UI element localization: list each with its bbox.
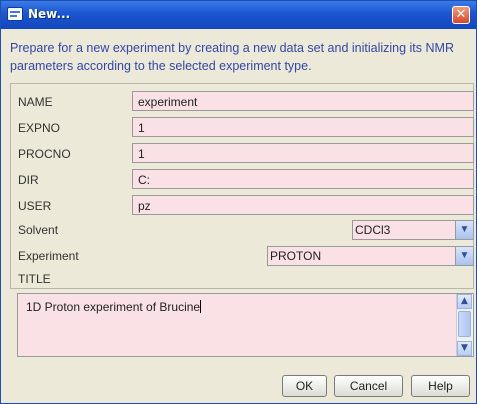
- dialog-window-icon: [7, 7, 23, 21]
- chevron-down-icon: ▼: [455, 221, 473, 239]
- solvent-value: CDCl3: [355, 223, 391, 237]
- dir-field[interactable]: [132, 169, 474, 189]
- user-field[interactable]: [132, 195, 474, 215]
- dialog-description: Prepare for a new experiment by creating…: [10, 41, 454, 73]
- procno-label: PROCNO: [18, 147, 71, 161]
- text-caret: [200, 300, 202, 313]
- title-text-value: 1D Proton experiment of Brucine: [26, 300, 201, 314]
- cancel-button[interactable]: Cancel: [334, 375, 403, 397]
- solvent-dropdown[interactable]: CDCl3 ▼: [352, 220, 474, 240]
- expno-field[interactable]: [132, 117, 474, 137]
- window-title: New...: [28, 7, 71, 21]
- title-scrollbar[interactable]: ▲ ▼: [456, 294, 473, 356]
- title-textarea[interactable]: 1D Proton experiment of Brucine ▲ ▼: [17, 293, 474, 357]
- name-field[interactable]: [132, 91, 474, 111]
- title-text: 1D Proton experiment of Brucine: [26, 300, 202, 314]
- scroll-down-icon[interactable]: ▼: [457, 341, 472, 356]
- close-button[interactable]: ✕: [452, 6, 470, 24]
- procno-field[interactable]: [132, 143, 474, 163]
- title-bar[interactable]: New... ✕: [1, 1, 476, 29]
- scroll-up-icon[interactable]: ▲: [457, 294, 472, 309]
- solvent-label: Solvent: [18, 223, 59, 237]
- experiment-dropdown[interactable]: PROTON ▼: [267, 246, 474, 266]
- close-icon: ✕: [455, 7, 467, 22]
- ok-button[interactable]: OK: [282, 375, 327, 397]
- expno-label: EXPNO: [18, 121, 61, 135]
- name-label: NAME: [18, 95, 53, 109]
- help-button[interactable]: Help: [411, 375, 470, 397]
- chevron-down-icon: ▼: [455, 247, 473, 265]
- new-dialog-window: New... ✕ Prepare for a new experiment by…: [0, 0, 477, 404]
- dir-label: DIR: [18, 173, 39, 187]
- scrollbar-thumb[interactable]: [458, 311, 471, 337]
- experiment-label: Experiment: [18, 249, 79, 263]
- user-label: USER: [18, 199, 52, 213]
- experiment-value: PROTON: [270, 249, 322, 263]
- title-label: TITLE: [18, 272, 51, 286]
